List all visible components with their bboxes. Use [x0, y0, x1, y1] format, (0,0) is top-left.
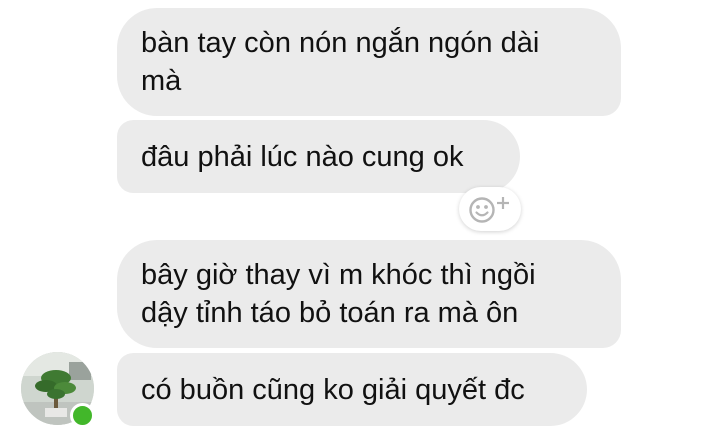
message-bubble[interactable]: bàn tay còn nón ngắn ngón dài mà [117, 8, 621, 116]
add-reaction-button[interactable] [459, 187, 521, 231]
message-bubble[interactable]: bây giờ thay vì m khóc thì ngồi dậy tỉnh… [117, 240, 621, 348]
message-text: bàn tay còn nón ngắn ngón dài mà [141, 27, 540, 97]
message-text: bây giờ thay vì m khóc thì ngồi dậy tỉnh… [141, 259, 536, 329]
message-bubble[interactable]: đâu phải lúc nào cung ok [117, 120, 520, 193]
message-text: đâu phải lúc nào cung ok [141, 140, 464, 173]
message-bubble[interactable]: có buồn cũng ko giải quyết đc [117, 353, 587, 426]
smiley-plus-icon [469, 197, 509, 223]
online-status-indicator [70, 403, 95, 428]
message-text: có buồn cũng ko giải quyết đc [141, 373, 525, 406]
